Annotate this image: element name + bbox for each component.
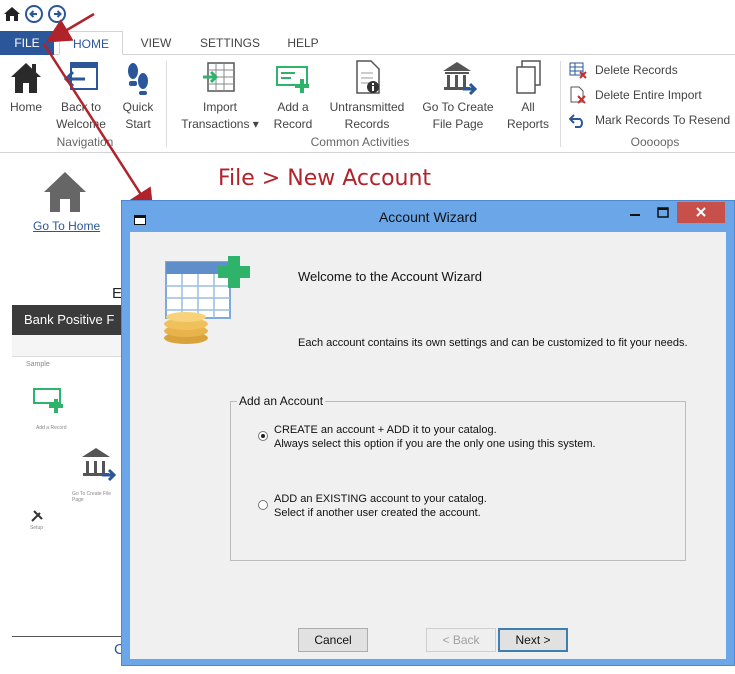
bank-icon	[443, 62, 477, 95]
untrans-label-1: Untransmitted	[329, 100, 405, 114]
untrans-label-2: Records	[344, 117, 390, 131]
thumbnail-sample-label: Sample	[26, 361, 50, 368]
import-transactions-button[interactable]: Import Transactions ▾	[176, 59, 264, 133]
maximize-icon	[657, 207, 669, 218]
add-account-legend: Add an Account	[237, 394, 326, 408]
add-check-icon	[276, 66, 309, 93]
add-record-button[interactable]: Add a Record	[270, 59, 316, 133]
group-label-common: Common Activities	[310, 135, 410, 149]
minimize-button[interactable]	[622, 204, 648, 224]
back-button[interactable]: < Back	[426, 628, 496, 652]
import-label-2: Transactions ▾	[181, 117, 259, 131]
quick-label-1: Quick	[122, 100, 154, 114]
thumbnail-add-icon	[32, 385, 68, 420]
back-to-welcome-button[interactable]: Back to Welcome	[52, 59, 110, 133]
back-arrow-icon[interactable]	[25, 5, 43, 23]
existing-account-hint: Select if another user created the accou…	[274, 507, 481, 519]
footprints-icon	[128, 63, 148, 95]
ribbon-tabs: FILE HOME VIEW SETTINGS HELP	[0, 31, 735, 55]
existing-account-radio[interactable]	[258, 500, 268, 510]
thumbnail-bank-icon	[78, 445, 117, 486]
quick-label-2: Start	[125, 117, 151, 131]
mark-resend-label: Mark Records To Resend	[595, 113, 731, 127]
wizard-description: Each account contains its own settings a…	[298, 337, 688, 349]
delete-records-label: Delete Records	[595, 63, 678, 77]
home-button-label: Home	[9, 100, 42, 114]
undo-arrow-icon	[569, 114, 583, 128]
back-window-icon	[63, 62, 98, 90]
wizard-welcome-heading: Welcome to the Account Wizard	[298, 269, 483, 284]
tab-view[interactable]: VIEW	[132, 31, 180, 55]
document-info-icon	[356, 60, 380, 94]
quick-start-button[interactable]: Quick Start	[118, 59, 158, 133]
back-label-1: Back to	[60, 100, 102, 114]
create-account-radio[interactable]	[258, 431, 268, 441]
home-icon[interactable]	[3, 5, 21, 23]
ribbon-separator	[166, 61, 167, 147]
thumbnail-go-create-label: Go To Create File Page	[72, 491, 112, 503]
tab-help[interactable]: HELP	[280, 31, 326, 55]
import-icon	[203, 62, 235, 92]
go-to-home-link[interactable]: Go To Home	[33, 219, 100, 233]
untransmitted-records-button[interactable]: Untransmitted Records	[324, 59, 410, 133]
group-label-other: Ooooops	[630, 135, 680, 149]
annotation-caption: File > New Account	[218, 166, 432, 191]
thumbnail-setup-label: Setup	[30, 525, 44, 531]
forward-arrow-icon[interactable]	[48, 5, 66, 23]
dialog-title-bar[interactable]: Account Wizard	[122, 201, 734, 232]
all-label-1: All	[521, 100, 535, 114]
existing-account-label[interactable]: ADD an EXISTING account to your catalog.	[274, 493, 487, 505]
thumbnail-title-bar: Bank Positive F	[12, 305, 124, 335]
house-icon	[11, 63, 41, 93]
add-account-groupbox: Add an Account CREATE an account + ADD i…	[230, 394, 686, 561]
tab-file[interactable]: FILE	[0, 31, 54, 55]
delete-records-button[interactable]: Delete Records	[569, 62, 678, 79]
add-label-1: Add a	[277, 100, 309, 114]
dialog-body: Welcome to the Account Wizard Each accou…	[130, 232, 726, 659]
add-label-2: Record	[273, 117, 313, 131]
home-button[interactable]: Home	[6, 59, 46, 116]
goto-label-2: File Page	[432, 117, 484, 131]
delete-import-label: Delete Entire Import	[595, 88, 702, 102]
account-wizard-dialog: Account Wizard Welcome to the Account Wi…	[121, 200, 735, 666]
background-house-icon	[42, 168, 88, 219]
ribbon-separator	[560, 61, 561, 147]
close-icon	[696, 207, 706, 217]
next-button[interactable]: Next >	[498, 628, 568, 652]
quick-access-toolbar	[0, 0, 735, 28]
mark-records-to-resend-button[interactable]: Mark Records To Resend	[569, 112, 731, 128]
screenshot-root: FILE HOME VIEW SETTINGS HELP Home Back t…	[0, 0, 735, 674]
group-label-navigation: Navigation	[56, 135, 114, 149]
thumbnail-ribbon	[12, 335, 124, 357]
reports-icon	[516, 60, 541, 94]
close-button[interactable]	[677, 202, 725, 223]
wizard-graphic-icon	[158, 252, 258, 353]
tab-settings[interactable]: SETTINGS	[195, 31, 265, 55]
background-divider	[12, 636, 124, 637]
background-app-thumbnail: Bank Positive F Sample Add a Record Go T…	[12, 305, 124, 637]
all-label-2: Reports	[506, 117, 550, 131]
back-label-2: Welcome	[56, 117, 106, 131]
ribbon: Home Back to Welcome Quick Start Navigat…	[0, 55, 735, 153]
import-label-1: Import	[202, 100, 237, 114]
create-account-label[interactable]: CREATE an account + ADD it to your catal…	[274, 424, 497, 436]
maximize-button[interactable]	[650, 204, 676, 224]
go-to-create-file-page-button[interactable]: Go To Create File Page	[418, 59, 498, 133]
create-account-hint: Always select this option if you are the…	[274, 438, 596, 450]
delete-document-icon	[570, 86, 586, 104]
all-reports-button[interactable]: All Reports	[504, 59, 552, 133]
tab-home[interactable]: HOME	[59, 31, 123, 55]
delete-grid-icon	[569, 62, 587, 79]
goto-label-1: Go To Create	[422, 100, 494, 114]
cancel-button[interactable]: Cancel	[298, 628, 368, 652]
delete-entire-import-button[interactable]: Delete Entire Import	[570, 86, 702, 104]
thumbnail-add-label: Add a Record	[36, 425, 67, 431]
minimize-icon	[630, 214, 640, 216]
